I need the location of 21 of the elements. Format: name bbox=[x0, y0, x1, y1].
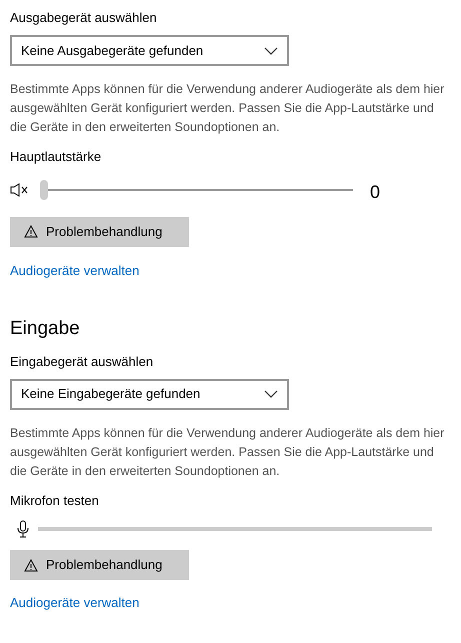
volume-value: 0 bbox=[370, 181, 380, 204]
chevron-down-icon bbox=[264, 390, 278, 398]
field-label: Ausgabegerät auswählen bbox=[10, 9, 158, 27]
manage-devices-link[interactable]: Audiogeräte verwalten bbox=[10, 593, 140, 612]
manage-devices-link[interactable]: Audiogeräte verwalten bbox=[10, 260, 140, 280]
warning-icon bbox=[24, 558, 38, 572]
section-heading: Eingabe bbox=[10, 316, 81, 340]
slider-thumb[interactable] bbox=[40, 180, 48, 200]
volume-label: Hauptlautstärke bbox=[10, 148, 102, 166]
info-text: Bestimmte Apps können für die Verwendung anderer Audiogeräte als dem hier ausgewählten Gerät konfiguriert werden. Passen Sie die App-Lautstärke und die Geräte in den erweiterten Soundoptionen an. bbox=[10, 81, 446, 136]
device-dropdown[interactable]: Keine Eingabegeräte gefunden bbox=[10, 378, 289, 410]
info-text: Bestimmte Apps können für die Verwendung anderer Audiogeräte als dem hier ausgewählten Gerät konfiguriert werden. Passen Sie die App-Lautstärke und die Geräte in den erweiterten Soundoptionen an. bbox=[10, 424, 446, 480]
chevron-down-icon bbox=[264, 46, 278, 54]
troubleshoot-button[interactable]: Problembehandlung bbox=[10, 550, 189, 580]
mic-test-label: Mikrofon testen bbox=[10, 492, 100, 510]
warning-icon bbox=[24, 225, 38, 238]
volume-slider[interactable] bbox=[40, 180, 353, 200]
device-dropdown[interactable]: Keine Ausgabegeräte gefunden bbox=[10, 35, 289, 66]
field-label: Eingabegerät auswählen bbox=[10, 352, 154, 370]
microphone-icon bbox=[17, 520, 29, 538]
troubleshoot-button[interactable]: Problembehandlung bbox=[10, 216, 189, 246]
